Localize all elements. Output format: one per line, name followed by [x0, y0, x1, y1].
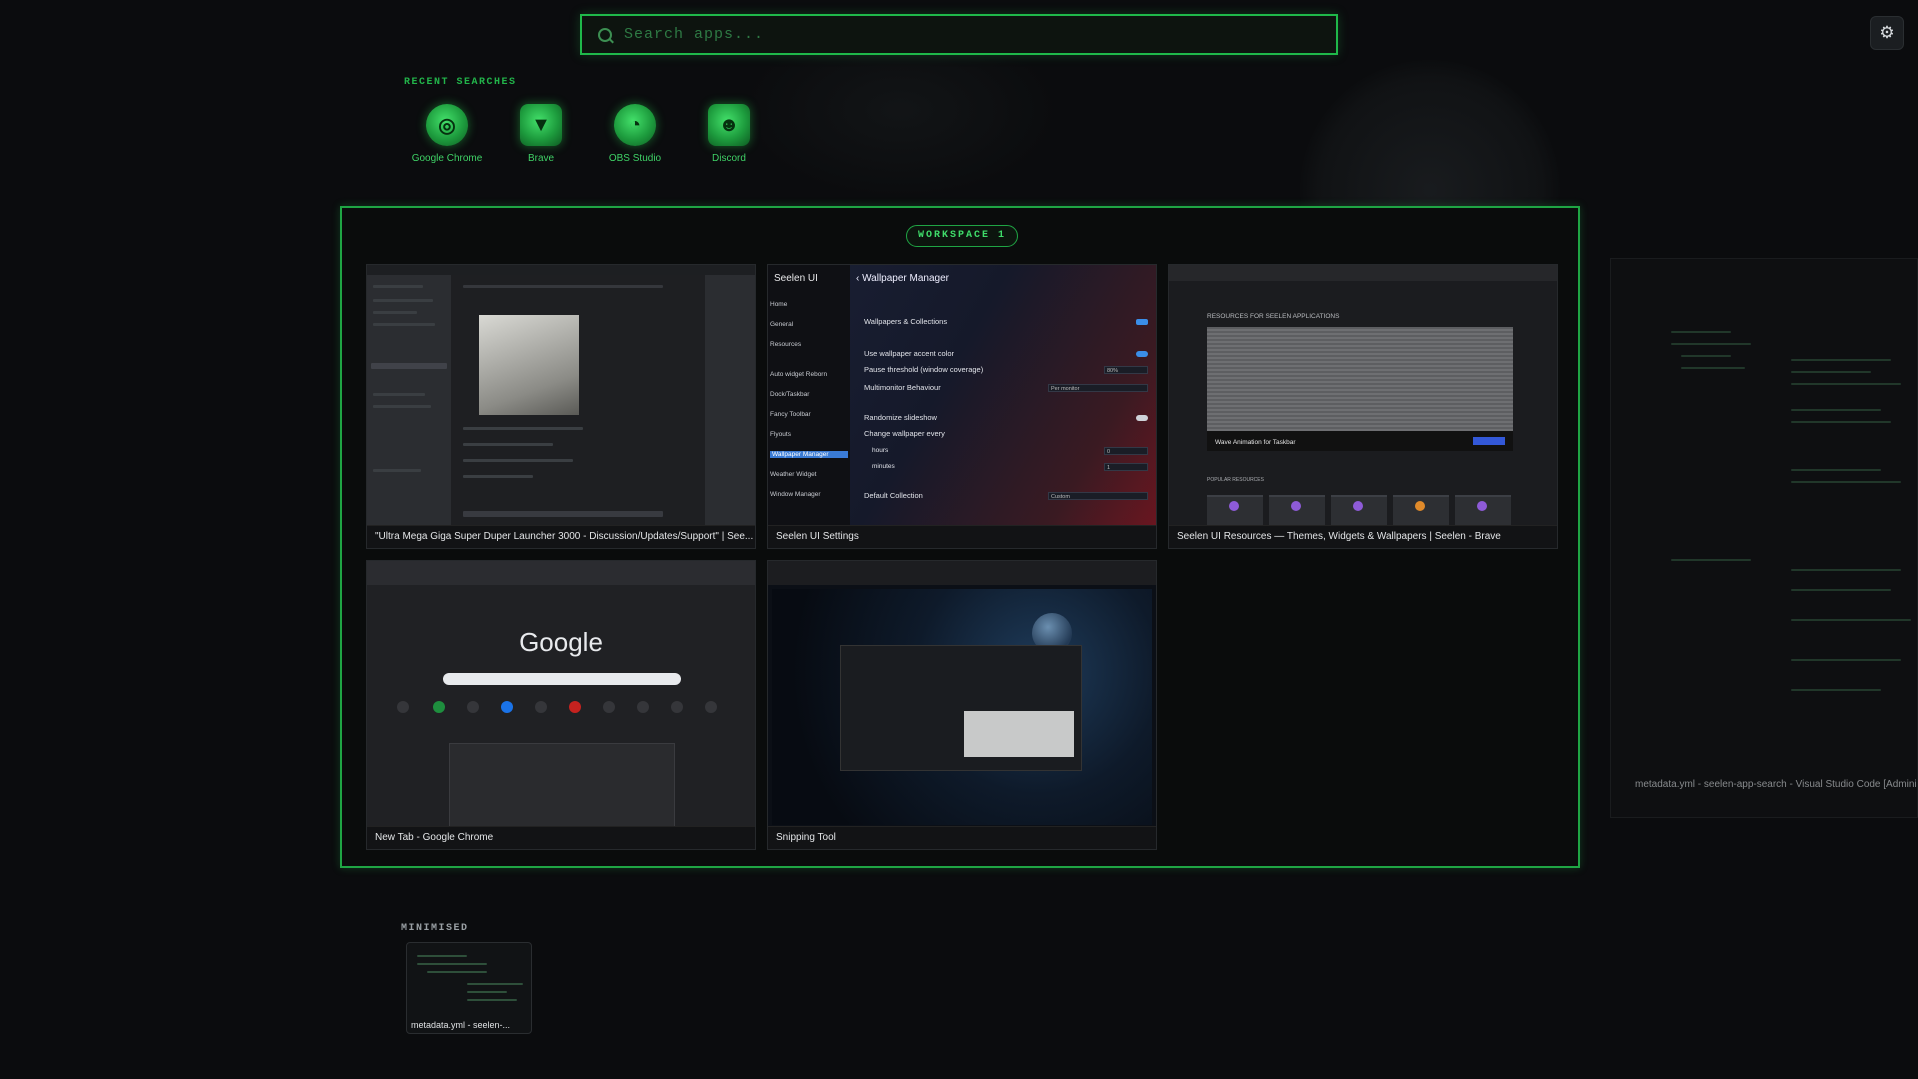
workspace-title[interactable]: WORKSPACE 1: [906, 225, 1018, 247]
recent-item-label: Discord: [712, 153, 746, 164]
gear-icon: ⚙: [1879, 23, 1895, 42]
settings-nav: Seelen UI Home General Resources Auto wi…: [768, 265, 850, 529]
settings-row: Change wallpaper every: [864, 429, 945, 438]
nav-item: Auto widget Reborn: [770, 371, 828, 378]
nav-item: General: [770, 321, 794, 328]
collections-button: [1136, 319, 1148, 325]
minimised-label: MINIMISED: [401, 923, 469, 934]
nav-item: Resources: [770, 341, 802, 348]
settings-button[interactable]: ⚙: [1870, 16, 1904, 50]
window-caption: Seelen UI Settings: [768, 525, 1156, 548]
nav-item: Home: [770, 301, 788, 308]
recent-searches: ◎ Google Chrome ▼ Brave ◔ OBS Studio ☻ D…: [404, 104, 780, 164]
nav-item: Dock/Taskbar: [770, 391, 810, 398]
window-caption: "Ultra Mega Giga Super Duper Launcher 30…: [367, 525, 755, 548]
search-input[interactable]: [622, 25, 1336, 44]
recent-searches-label: RECENT SEARCHES: [404, 77, 517, 88]
settings-row: hours: [872, 447, 889, 454]
google-logo: Google: [519, 627, 603, 657]
window-preview: Google: [367, 561, 755, 829]
input-value: 0: [1104, 447, 1148, 455]
recent-item-label: Brave: [527, 153, 555, 164]
settings-row: Pause threshold (window coverage): [864, 365, 984, 374]
window-thumbnail-vscode[interactable]: metadata.yml - seelen-app-search - Visua…: [1610, 258, 1918, 818]
settings-row: Use wallpaper accent color: [864, 349, 955, 358]
obs-icon: ◔: [614, 104, 656, 146]
nav-item: Flyouts: [770, 431, 791, 438]
continue-panel: [449, 743, 675, 827]
nav-item: Fancy Toolbar: [770, 411, 811, 418]
input-value: 80%: [1104, 366, 1148, 374]
nav-item: Window Manager: [770, 491, 821, 498]
recent-item-brave[interactable]: ▼ Brave: [498, 104, 584, 164]
popular-heading: POPULAR RESOURCES: [1207, 477, 1264, 483]
page-title-text: Wallpaper Manager: [862, 273, 950, 284]
search-bar[interactable]: [580, 14, 1338, 55]
window-preview: [768, 561, 1156, 829]
search-icon: [598, 27, 612, 42]
window-thumbnail-chrome[interactable]: Google New Tab - Google Chrome: [366, 560, 756, 850]
nav-item: Weather Widget: [770, 471, 817, 478]
recent-item-label: OBS Studio: [608, 153, 662, 164]
input-value: 1: [1104, 463, 1148, 471]
window-thumbnail-brave[interactable]: RESOURCES FOR SEELEN APPLICATIONS Wave A…: [1168, 264, 1558, 549]
toggle: [1136, 415, 1148, 421]
chrome-icon: ◎: [426, 104, 468, 146]
window-caption: metadata.yml - seelen-...: [411, 1020, 511, 1030]
toggle: [1136, 351, 1148, 357]
recent-item-obs[interactable]: ◔ OBS Studio: [592, 104, 678, 164]
discord-icon: ☻: [708, 104, 750, 146]
settings-row: minutes: [872, 463, 895, 470]
window-caption: metadata.yml - seelen-app-search - Visua…: [1635, 779, 1917, 790]
window-caption: Snipping Tool: [768, 826, 1156, 849]
recent-item-chrome[interactable]: ◎ Google Chrome: [404, 104, 490, 164]
select-value: Per monitor: [1048, 384, 1148, 392]
nav-item-active: Wallpaper Manager: [770, 451, 848, 458]
window-thumbnail-snipping-tool[interactable]: Snipping Tool: [767, 560, 1157, 850]
window-thumbnail-seelen-settings[interactable]: Seelen UI Home General Resources Auto wi…: [767, 264, 1157, 549]
window-preview: Seelen UI Home General Resources Auto wi…: [768, 265, 1156, 529]
settings-row: Randomize slideshow: [864, 413, 937, 422]
settings-row: Wallpapers & Collections: [864, 317, 948, 326]
select-value: Custom: [1048, 492, 1148, 500]
window-thumbnail-discord[interactable]: "Ultra Mega Giga Super Duper Launcher 30…: [366, 264, 756, 549]
recent-item-discord[interactable]: ☻ Discord: [686, 104, 772, 164]
search-box: [443, 673, 681, 685]
window-caption: Seelen UI Resources — Themes, Widgets & …: [1169, 525, 1557, 548]
minimised-window[interactable]: metadata.yml - seelen-...: [406, 942, 532, 1034]
window-caption: New Tab - Google Chrome: [367, 826, 755, 849]
brave-icon: ▼: [520, 104, 562, 146]
recent-item-label: Google Chrome: [411, 153, 483, 164]
settings-row: Default Collection: [864, 491, 923, 500]
banner-title: Wave Animation for Taskbar: [1215, 439, 1296, 446]
workspace-panel: WORKSPACE 1 "Ultra Mega Giga Super Duper…: [340, 206, 1580, 868]
window-preview: RESOURCES FOR SEELEN APPLICATIONS Wave A…: [1169, 265, 1557, 529]
banner-button: [1473, 437, 1505, 445]
page-title: ‹ Wallpaper Manager: [856, 273, 950, 284]
window-preview: [367, 265, 755, 529]
app-title: Seelen UI: [774, 273, 818, 284]
settings-row: Multimonitor Behaviour: [864, 383, 941, 392]
resources-heading: RESOURCES FOR SEELEN APPLICATIONS: [1207, 313, 1340, 320]
